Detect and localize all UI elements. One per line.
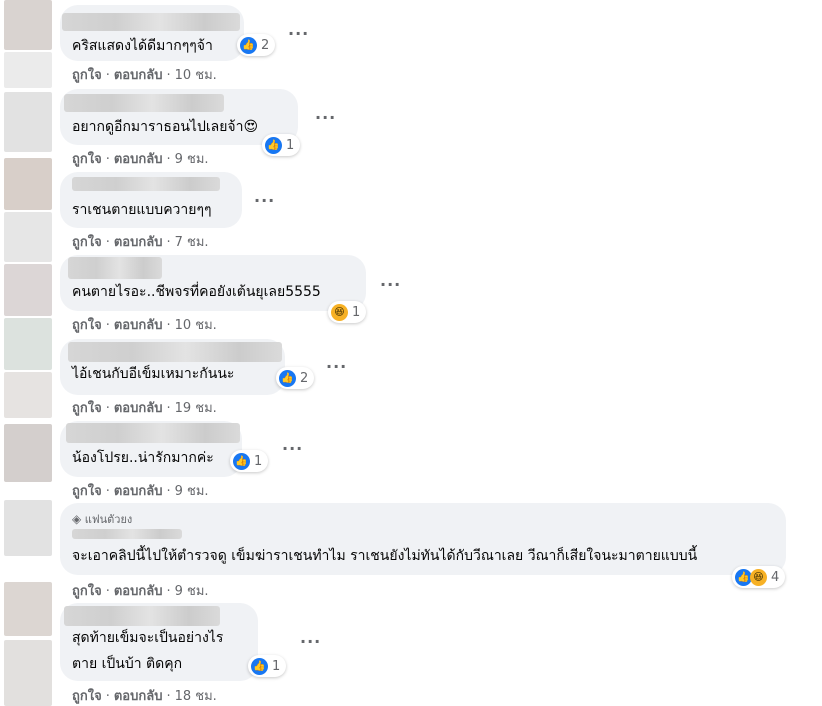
like-icon: 👍: [265, 136, 282, 154]
more-options-icon[interactable]: ···: [326, 359, 347, 375]
comment-text: จะเอาคลิปนี้ไปให้ตำรวจดู เข็มฆ่าราเชนทำไ…: [72, 548, 698, 564]
avatar[interactable]: [4, 500, 52, 556]
haha-icon: 😆: [750, 568, 767, 586]
like-link[interactable]: ถูกใจ: [72, 484, 102, 499]
like-link[interactable]: ถูกใจ: [72, 235, 102, 250]
commenter-name[interactable]: [72, 529, 182, 539]
reaction-summary[interactable]: 👍 2: [276, 367, 315, 389]
comment-text: ราเชนตายแบบควายๆๆ: [72, 202, 212, 218]
comment-actions: ถูกใจ · ตอบกลับ · 9 ชม.: [72, 584, 209, 599]
more-options-icon[interactable]: ···: [315, 110, 336, 126]
reaction-summary[interactable]: 👍 😆 4: [732, 566, 786, 588]
like-icon: 👍: [233, 452, 250, 470]
comment-actions: ถูกใจ · ตอบกลับ · 7 ชม.: [72, 235, 209, 250]
comment-time[interactable]: 9 ชม.: [175, 152, 209, 167]
comment-actions: ถูกใจ · ตอบกลับ · 19 ชม.: [72, 401, 217, 416]
more-options-icon[interactable]: ···: [380, 277, 401, 293]
like-icon: 👍: [240, 36, 257, 54]
top-fan-badge[interactable]: ◈ แฟนตัวยง: [72, 510, 132, 528]
more-options-icon[interactable]: ···: [300, 634, 321, 650]
reaction-summary[interactable]: 👍 2: [237, 34, 276, 56]
reaction-summary[interactable]: 👍 1: [248, 655, 287, 677]
reply-link[interactable]: ตอบกลับ: [114, 318, 163, 333]
commenter-name[interactable]: [64, 94, 224, 112]
avatar[interactable]: [4, 264, 52, 316]
reaction-summary[interactable]: 👍 1: [262, 134, 301, 156]
comment-actions: ถูกใจ · ตอบกลับ · 10 ชม.: [72, 68, 217, 83]
comment-text: ไอ้เชนกับอีเข็มเหมาะกันนะ: [72, 366, 235, 382]
reply-link[interactable]: ตอบกลับ: [114, 68, 163, 83]
like-link[interactable]: ถูกใจ: [72, 584, 102, 599]
diamond-icon: ◈: [72, 512, 82, 526]
comment-time[interactable]: 10 ชม.: [175, 68, 217, 83]
avatar[interactable]: [4, 0, 52, 50]
comment-actions: ถูกใจ · ตอบกลับ · 18 ชม.: [72, 689, 217, 704]
reply-link[interactable]: ตอบกลับ: [114, 484, 163, 499]
comment-actions: ถูกใจ · ตอบกลับ · 9 ชม.: [72, 484, 209, 499]
comment-actions: ถูกใจ · ตอบกลับ · 9 ชม.: [72, 152, 209, 167]
like-link[interactable]: ถูกใจ: [72, 318, 102, 333]
comment-bubble: จะเอาคลิปนี้ไปให้ตำรวจดู เข็มฆ่าราเชนทำไ…: [60, 503, 786, 575]
comment-text: ตาย เป็นบ้า ติดคุก: [72, 656, 183, 672]
comment-actions: ถูกใจ · ตอบกลับ · 10 ชม.: [72, 318, 217, 333]
comment-text: อยากดูอีกมาราธอนไปเลยจ้า😍: [72, 119, 259, 135]
avatar[interactable]: [4, 372, 52, 418]
like-link[interactable]: ถูกใจ: [72, 68, 102, 83]
commenter-name[interactable]: [72, 177, 220, 191]
reaction-summary[interactable]: 😆 1: [328, 301, 367, 323]
avatar[interactable]: [4, 582, 52, 636]
reply-link[interactable]: ตอบกลับ: [114, 584, 163, 599]
comment-time[interactable]: 9 ชม.: [175, 484, 209, 499]
reply-link[interactable]: ตอบกลับ: [114, 689, 163, 704]
avatar[interactable]: [4, 318, 52, 370]
like-icon: 👍: [279, 369, 296, 387]
reply-link[interactable]: ตอบกลับ: [114, 152, 163, 167]
like-icon: 👍: [251, 657, 268, 675]
comment-time[interactable]: 7 ชม.: [175, 235, 209, 250]
comment-time[interactable]: 18 ชม.: [175, 689, 217, 704]
reply-link[interactable]: ตอบกลับ: [114, 235, 163, 250]
comment-text: คริสแสดงได้ดีมากๆๆจ้า: [72, 38, 213, 54]
comment-text: น้องโปรย..น่ารักมากค่ะ: [72, 450, 214, 466]
avatar[interactable]: [4, 212, 52, 262]
commenter-name[interactable]: [62, 13, 240, 31]
like-link[interactable]: ถูกใจ: [72, 152, 102, 167]
reaction-summary[interactable]: 👍 1: [230, 450, 269, 472]
avatar[interactable]: [4, 92, 52, 152]
like-link[interactable]: ถูกใจ: [72, 689, 102, 704]
comment-bubble: ราเชนตายแบบควายๆๆ: [60, 172, 242, 228]
avatar[interactable]: [4, 158, 52, 210]
haha-icon: 😆: [331, 303, 348, 321]
commenter-name[interactable]: [68, 342, 282, 362]
comment-bubble: อยากดูอีกมาราธอนไปเลยจ้า😍: [60, 89, 298, 145]
more-options-icon[interactable]: ···: [288, 26, 309, 42]
more-options-icon[interactable]: ···: [254, 193, 275, 209]
comment-text: คนตายไรอะ..ชีพจรที่คอยังเต้นยุเลย5555: [72, 284, 321, 300]
reply-link[interactable]: ตอบกลับ: [114, 401, 163, 416]
more-options-icon[interactable]: ···: [282, 441, 303, 457]
comment-time[interactable]: 19 ชม.: [175, 401, 217, 416]
commenter-name[interactable]: [66, 423, 240, 443]
comment-time[interactable]: 10 ชม.: [175, 318, 217, 333]
comment-time[interactable]: 9 ชม.: [175, 584, 209, 599]
comment-bubble: คริสแสดงได้ดีมากๆๆจ้า: [60, 5, 244, 61]
avatar[interactable]: [4, 640, 52, 706]
avatar[interactable]: [4, 52, 52, 88]
commenter-name[interactable]: [68, 257, 162, 279]
comment-bubble: ไอ้เชนกับอีเข็มเหมาะกันนะ: [60, 339, 285, 395]
avatar[interactable]: [4, 424, 52, 482]
like-link[interactable]: ถูกใจ: [72, 401, 102, 416]
comment-bubble: น้องโปรย..น่ารักมากค่ะ: [60, 421, 242, 477]
comment-bubble: คนตายไรอะ..ชีพจรที่คอยังเต้นยุเลย5555: [60, 255, 366, 311]
commenter-name[interactable]: [64, 606, 220, 626]
comment-text: สุดท้ายเข็มจะเป็นอย่างไร: [72, 630, 224, 646]
comment-bubble: สุดท้ายเข็มจะเป็นอย่างไร ตาย เป็นบ้า ติด…: [60, 603, 258, 681]
